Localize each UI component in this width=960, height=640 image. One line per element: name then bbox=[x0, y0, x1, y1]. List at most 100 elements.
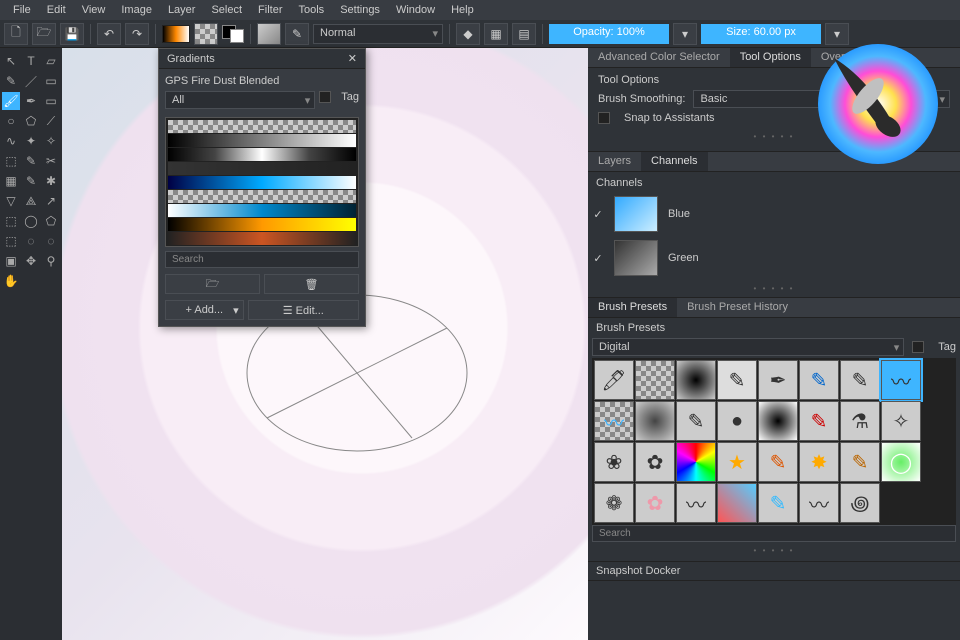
panel-drag-handle[interactable]: • • • • • bbox=[588, 280, 960, 297]
menu-window[interactable]: Window bbox=[389, 2, 442, 18]
brush-preset[interactable]: ✎ bbox=[799, 360, 839, 400]
size-slider[interactable]: Size: 60.00 px bbox=[701, 24, 821, 44]
channel-row[interactable]: ✓ Green bbox=[588, 236, 960, 280]
gradient-list[interactable] bbox=[165, 117, 359, 247]
select-ellipse-tool[interactable]: ◯ bbox=[22, 212, 40, 230]
ellipse-tool[interactable]: ○ bbox=[2, 112, 20, 130]
fg-bg-swatch[interactable] bbox=[222, 25, 244, 43]
brush-preset[interactable]: ● bbox=[717, 401, 757, 441]
brush-preset[interactable]: ✧ bbox=[881, 401, 921, 441]
panel-drag-handle[interactable]: • • • • • bbox=[592, 542, 956, 559]
brush-preset[interactable]: ✎ bbox=[799, 401, 839, 441]
menu-layer[interactable]: Layer bbox=[161, 2, 203, 18]
gradient-delete-button[interactable]: 🗑 bbox=[264, 274, 359, 294]
blend-mode-select[interactable]: Normal bbox=[313, 24, 443, 44]
polyline-tool[interactable]: ⟋ bbox=[42, 112, 60, 130]
brush-preset[interactable] bbox=[635, 360, 675, 400]
gradient-item[interactable] bbox=[168, 162, 356, 175]
multibrush-tool[interactable]: ✧ bbox=[42, 132, 60, 150]
select-similar-tool[interactable]: ◌ bbox=[42, 232, 60, 250]
calligraphy-tool[interactable]: ✒ bbox=[22, 92, 40, 110]
brush-preset[interactable]: ✸ bbox=[799, 442, 839, 482]
tab-tool-options[interactable]: Tool Options bbox=[730, 48, 811, 67]
brush-preset[interactable]: ❀ bbox=[594, 442, 634, 482]
menu-file[interactable]: File bbox=[6, 2, 38, 18]
brush-preset[interactable]: 🖊 bbox=[594, 360, 634, 400]
menu-view[interactable]: View bbox=[75, 2, 113, 18]
pan-tool[interactable]: ✋ bbox=[2, 272, 20, 290]
brush-preset[interactable]: ꩜ bbox=[840, 483, 880, 523]
brush-editor-button[interactable]: ✎ bbox=[285, 23, 309, 45]
gradient-import-button[interactable]: 🗁 bbox=[165, 274, 260, 294]
gradient-item[interactable] bbox=[168, 176, 356, 189]
tab-channels[interactable]: Channels bbox=[641, 152, 707, 171]
brush-preset[interactable]: ✎ bbox=[717, 360, 757, 400]
pattern-tool[interactable]: ✎ bbox=[22, 172, 40, 190]
freehand-tool[interactable]: ✎ bbox=[2, 72, 20, 90]
gradient-item[interactable] bbox=[168, 218, 356, 231]
select-free-tool[interactable]: ⬚ bbox=[2, 232, 20, 250]
brush-preset[interactable]: ★ bbox=[717, 442, 757, 482]
gradient-item[interactable] bbox=[168, 246, 356, 247]
brush-tag-checkbox[interactable] bbox=[912, 341, 924, 353]
edit-shape-tool[interactable]: ⬚ bbox=[2, 152, 20, 170]
text-tool[interactable]: ✎ bbox=[22, 152, 40, 170]
select-rect-tool[interactable]: ⬚ bbox=[2, 212, 20, 230]
brush-preset[interactable] bbox=[635, 401, 675, 441]
gradient-edit-button[interactable]: ☰ Edit... bbox=[248, 300, 359, 320]
brush-preset-button[interactable] bbox=[257, 23, 281, 45]
gradient-item[interactable] bbox=[168, 134, 356, 147]
menu-tools[interactable]: Tools bbox=[292, 2, 332, 18]
save-file-button[interactable]: 💾 bbox=[60, 23, 84, 45]
brush-preset[interactable]: ✎ bbox=[758, 483, 798, 523]
gradient-tag-checkbox[interactable] bbox=[319, 91, 331, 103]
menu-settings[interactable]: Settings bbox=[333, 2, 387, 18]
gradient-item[interactable] bbox=[168, 204, 356, 217]
gradient-search-input[interactable]: Search bbox=[165, 251, 359, 268]
new-file-button[interactable]: 🗋 bbox=[4, 23, 28, 45]
undo-button[interactable]: ↶ bbox=[97, 23, 121, 45]
brush-preset[interactable]: ✎ bbox=[840, 360, 880, 400]
brush-preset[interactable]: ✿ bbox=[635, 483, 675, 523]
tab-brush-history[interactable]: Brush Preset History bbox=[677, 298, 798, 317]
gradients-close-icon[interactable]: ✕ bbox=[348, 52, 357, 65]
picker-tool[interactable]: ✥ bbox=[22, 252, 40, 270]
line-tool[interactable]: ／ bbox=[22, 72, 40, 90]
measure-tool[interactable]: ↗ bbox=[42, 192, 60, 210]
brush-tool[interactable]: 🖌 bbox=[2, 92, 20, 110]
brush-preset[interactable]: 〰 bbox=[799, 483, 839, 523]
redo-button[interactable]: ↷ bbox=[125, 23, 149, 45]
smartfill-tool[interactable]: ▽ bbox=[2, 192, 20, 210]
eraser-toggle[interactable]: ◆ bbox=[456, 23, 480, 45]
crop-tool[interactable]: ▱ bbox=[42, 52, 60, 70]
brush-preset[interactable]: 〰 bbox=[676, 483, 716, 523]
transform-tool[interactable]: T bbox=[22, 52, 40, 70]
select-contig-tool[interactable]: ◌ bbox=[22, 232, 40, 250]
gradient-add-button[interactable]: + Add...▾ bbox=[165, 300, 244, 320]
menu-image[interactable]: Image bbox=[114, 2, 159, 18]
opacity-slider[interactable]: Opacity: 100% bbox=[549, 24, 669, 44]
open-file-button[interactable]: 🗁 bbox=[32, 23, 56, 45]
gradient-item[interactable] bbox=[168, 120, 356, 133]
brush-preset[interactable]: ✎ bbox=[758, 442, 798, 482]
brush-preset[interactable]: ✎ bbox=[676, 401, 716, 441]
zoom-tool[interactable]: ⚲ bbox=[42, 252, 60, 270]
brush-preset[interactable]: ✎ bbox=[840, 442, 880, 482]
menu-help[interactable]: Help bbox=[444, 2, 481, 18]
brush-preset[interactable]: ✒ bbox=[758, 360, 798, 400]
fill-tool[interactable]: ▣ bbox=[2, 252, 20, 270]
move-tool[interactable]: ↖ bbox=[2, 52, 20, 70]
alpha-lock-toggle[interactable]: ▦ bbox=[484, 23, 508, 45]
brush-preset[interactable] bbox=[758, 401, 798, 441]
brush-preset-selected[interactable]: 〰 bbox=[881, 360, 921, 400]
channel-visible-icon[interactable]: ✓ bbox=[592, 252, 604, 265]
brush-preset[interactable]: 〰 bbox=[594, 401, 634, 441]
gradient-item[interactable] bbox=[168, 232, 356, 245]
tab-layers[interactable]: Layers bbox=[588, 152, 641, 171]
channel-row[interactable]: ✓ Blue bbox=[588, 192, 960, 236]
menu-filter[interactable]: Filter bbox=[251, 2, 289, 18]
gradient-item[interactable] bbox=[168, 190, 356, 203]
rect-tool[interactable]: ▭ bbox=[42, 72, 60, 90]
dyna-tool[interactable]: ✦ bbox=[22, 132, 40, 150]
gradient-swatch[interactable] bbox=[162, 25, 190, 43]
